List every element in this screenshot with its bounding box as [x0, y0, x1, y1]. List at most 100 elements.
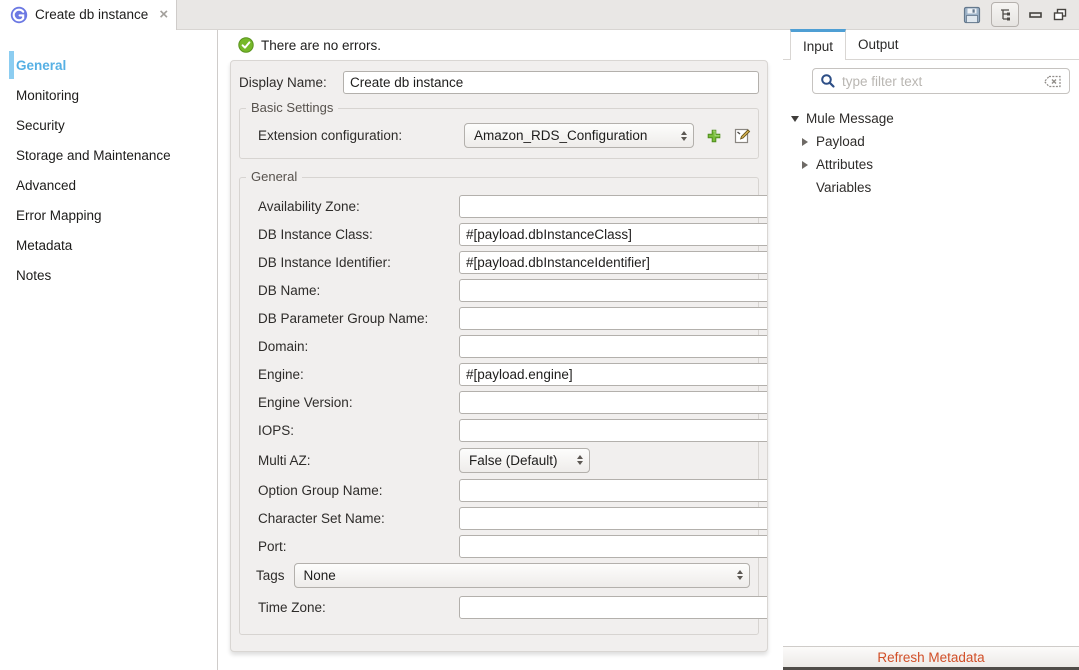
- active-indicator-bar: [9, 81, 14, 109]
- sidebar-item-monitoring[interactable]: Monitoring: [0, 80, 217, 110]
- refresh-metadata-link[interactable]: Refresh Metadata: [877, 650, 984, 665]
- sidebar-item-general[interactable]: General: [0, 50, 217, 80]
- tab-output-label: Output: [858, 37, 899, 52]
- close-icon[interactable]: ×: [159, 7, 168, 22]
- db-name-input[interactable]: [459, 279, 768, 302]
- chevron-down-icon[interactable]: [790, 116, 799, 122]
- field-row-multi-az: Multi AZ: False (Default): [248, 444, 750, 476]
- availability-zone-input[interactable]: [459, 195, 768, 218]
- active-indicator-bar: [9, 171, 14, 199]
- sidebar-item-metadata[interactable]: Metadata: [0, 230, 217, 260]
- tab-input-label: Input: [803, 39, 833, 54]
- sidebar-item-storage-and-maintenance[interactable]: Storage and Maintenance: [0, 140, 217, 170]
- tree-item-variables[interactable]: Variables: [783, 176, 1079, 199]
- db-instance-class-label: DB Instance Class:: [258, 227, 459, 242]
- sidebar-item-label: Advanced: [16, 178, 76, 193]
- extension-configuration-label: Extension configuration:: [258, 128, 452, 143]
- tree-item-payload[interactable]: Payload: [783, 130, 1079, 153]
- engine-version-input[interactable]: [459, 391, 768, 414]
- port-label: Port:: [258, 539, 459, 554]
- mule-connector-icon: [10, 6, 28, 24]
- tree-item-mule-message[interactable]: Mule Message: [783, 107, 1079, 130]
- combo-spinner-icon: [681, 131, 687, 141]
- field-row-option-group-name: Option Group Name:: [248, 476, 750, 504]
- display-name-label: Display Name:: [239, 75, 343, 90]
- engine-input[interactable]: [459, 363, 768, 386]
- active-indicator-bar: [9, 111, 14, 139]
- character-set-name-input[interactable]: [459, 507, 768, 530]
- restore-icon[interactable]: [1053, 8, 1067, 21]
- active-indicator-bar: [9, 261, 14, 289]
- sidebar-item-advanced[interactable]: Advanced: [0, 170, 217, 200]
- datasense-panel: Input Output: [783, 30, 1079, 670]
- tags-row: Tags None: [248, 560, 750, 590]
- editor-tab-create-db-instance[interactable]: Create db instance ×: [0, 0, 177, 30]
- tree-item-attributes[interactable]: Attributes: [783, 153, 1079, 176]
- sidebar-item-label: Security: [16, 118, 65, 133]
- plus-icon[interactable]: [706, 128, 722, 144]
- field-row-db-instance-class: DB Instance Class:: [248, 220, 750, 248]
- tree-toggle-icon[interactable]: [991, 2, 1019, 27]
- sidebar-item-notes[interactable]: Notes: [0, 260, 217, 290]
- extension-configuration-select[interactable]: Amazon_RDS_Configuration: [464, 123, 694, 148]
- sidebar-item-label: Error Mapping: [16, 208, 102, 223]
- tags-label: Tags: [256, 568, 285, 583]
- field-row-domain: Domain:: [248, 332, 750, 360]
- datasense-tabs: Input Output: [783, 30, 1079, 60]
- sidebar-item-label: Monitoring: [16, 88, 79, 103]
- save-icon[interactable]: [963, 6, 981, 24]
- field-row-db-parameter-group-name: DB Parameter Group Name:: [248, 304, 750, 332]
- clear-filter-icon[interactable]: [1043, 75, 1062, 88]
- time-zone-label: Time Zone:: [258, 600, 459, 615]
- tab-output[interactable]: Output: [846, 29, 911, 59]
- tags-select[interactable]: None: [294, 563, 750, 588]
- display-name-input[interactable]: [343, 71, 759, 94]
- multi-az-select[interactable]: False (Default): [459, 448, 590, 473]
- active-indicator-bar: [9, 141, 14, 169]
- field-row-db-instance-identifier: DB Instance Identifier:: [248, 248, 750, 276]
- properties-main: There are no errors. Display Name: Basic…: [218, 30, 783, 670]
- tab-input[interactable]: Input: [790, 29, 846, 60]
- general-group: General Availability Zone:DB Instance Cl…: [239, 177, 759, 635]
- sidebar-item-error-mapping[interactable]: Error Mapping: [0, 200, 217, 230]
- multi-az-value: False (Default): [469, 453, 569, 468]
- field-row-port: Port:: [248, 532, 750, 560]
- filter-input[interactable]: [842, 74, 1037, 89]
- filter-box[interactable]: [812, 68, 1070, 94]
- chevron-right-icon[interactable]: [800, 161, 809, 169]
- db-parameter-group-name-input[interactable]: [459, 307, 768, 330]
- domain-input[interactable]: [459, 335, 768, 358]
- edit-icon[interactable]: [734, 127, 751, 144]
- basic-settings-legend: Basic Settings: [246, 100, 338, 115]
- active-indicator-bar: [9, 201, 14, 229]
- tree-item-label: Variables: [816, 180, 871, 195]
- time-zone-input[interactable]: [459, 596, 768, 619]
- field-row-character-set-name: Character Set Name:: [248, 504, 750, 532]
- db-instance-identifier-input[interactable]: [459, 251, 768, 274]
- properties-sidebar: General Monitoring Security Storage and Mai…: [0, 30, 218, 670]
- general-legend: General: [246, 169, 302, 184]
- sidebar-item-label: Metadata: [16, 238, 72, 253]
- domain-label: Domain:: [258, 339, 459, 354]
- sidebar-item-label: Storage and Maintenance: [16, 148, 171, 163]
- metadata-bar: Refresh Metadata: [783, 646, 1079, 667]
- multi-az-label: Multi AZ:: [258, 453, 459, 468]
- port-input[interactable]: [459, 535, 768, 558]
- tags-value: None: [304, 568, 729, 583]
- status-text: There are no errors.: [261, 38, 381, 53]
- minimize-icon[interactable]: [1029, 9, 1043, 21]
- db-instance-class-input[interactable]: [459, 223, 768, 246]
- iops-input[interactable]: [459, 419, 768, 442]
- extension-configuration-value: Amazon_RDS_Configuration: [474, 128, 673, 143]
- tree-item-label: Payload: [816, 134, 865, 149]
- engine-label: Engine:: [258, 367, 459, 382]
- editor-tab-bar: Create db instance ×: [0, 0, 1079, 30]
- chevron-right-icon[interactable]: [800, 138, 809, 146]
- sidebar-item-security[interactable]: Security: [0, 110, 217, 140]
- option-group-name-input[interactable]: [459, 479, 768, 502]
- iops-label: IOPS:: [258, 423, 459, 438]
- active-indicator-bar: [9, 51, 14, 79]
- sidebar-nav: General Monitoring Security Storage and Mai…: [0, 50, 217, 290]
- active-indicator-bar: [9, 231, 14, 259]
- engine-version-label: Engine Version:: [258, 395, 459, 410]
